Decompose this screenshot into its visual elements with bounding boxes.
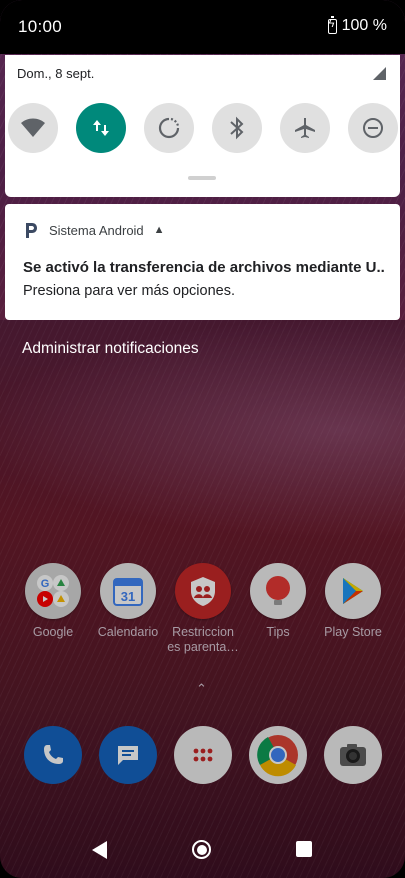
tile-bluetooth[interactable] bbox=[212, 103, 262, 153]
tile-mobile-data[interactable] bbox=[76, 103, 126, 153]
tile-auto-rotate[interactable] bbox=[144, 103, 194, 153]
wifi-icon bbox=[21, 118, 45, 137]
notification-app-name: Sistema Android bbox=[49, 222, 144, 238]
notification-title: Se activó la transferencia de archivos m… bbox=[23, 259, 385, 276]
bluetooth-icon bbox=[230, 116, 244, 140]
battery-charging-icon bbox=[327, 15, 337, 34]
notification-header[interactable]: Sistema Android ▲ bbox=[23, 221, 165, 239]
navigation-bar bbox=[0, 826, 405, 878]
notification-text: Presiona para ver más opciones. bbox=[23, 283, 235, 299]
qs-date: Dom., 8 sept. bbox=[17, 66, 95, 81]
expand-chevron-icon[interactable]: ▲ bbox=[154, 224, 165, 236]
phone-screen: G Google 31 Calendario Restriccion es pa… bbox=[0, 0, 405, 878]
notification-card[interactable]: Sistema Android ▲ Se activó la transfere… bbox=[5, 204, 400, 320]
shade-scrim bbox=[0, 320, 405, 878]
quick-settings-tiles bbox=[5, 103, 400, 155]
drag-handle[interactable] bbox=[188, 176, 216, 180]
battery-status: 100 % bbox=[327, 15, 387, 35]
recents-icon[interactable] bbox=[296, 841, 312, 857]
manage-notifications-button[interactable]: Administrar notificaciones bbox=[22, 340, 199, 358]
android-system-icon bbox=[26, 223, 37, 238]
airplane-icon bbox=[295, 118, 315, 138]
signal-icon bbox=[373, 67, 386, 80]
home-icon[interactable] bbox=[192, 840, 211, 859]
tile-airplane[interactable] bbox=[280, 103, 330, 153]
tile-wifi[interactable] bbox=[8, 103, 58, 153]
battery-percent: 100 % bbox=[341, 17, 387, 34]
rotate-icon bbox=[158, 117, 180, 139]
data-transfer-icon bbox=[93, 120, 109, 136]
tile-do-not-disturb[interactable] bbox=[348, 103, 398, 153]
camera-notch bbox=[180, 0, 226, 30]
quick-settings-panel: Dom., 8 sept. bbox=[5, 55, 400, 197]
dnd-icon bbox=[363, 118, 383, 138]
status-bar: 10:00 100 % bbox=[0, 0, 405, 54]
status-time: 10:00 bbox=[18, 17, 63, 36]
back-icon[interactable] bbox=[92, 841, 107, 859]
